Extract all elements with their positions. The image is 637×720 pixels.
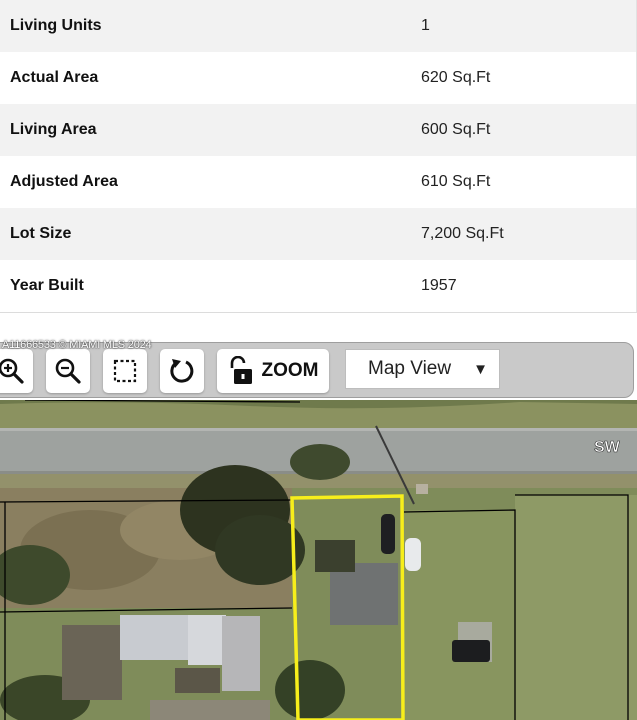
row-label: Living Area: [10, 121, 97, 138]
row-actual-area: Actual Area 620 Sq.Ft: [0, 52, 637, 104]
unlock-icon: [230, 356, 252, 384]
row-label: Adjusted Area: [10, 173, 118, 190]
row-year-built: Year Built 1957: [0, 260, 637, 312]
row-adjusted-area: Adjusted Area 610 Sq.Ft: [0, 156, 637, 208]
building: [120, 615, 190, 660]
row-label: Year Built: [10, 277, 84, 294]
row-value: 610 Sq.Ft: [421, 173, 491, 190]
zoom-out-button[interactable]: [46, 349, 90, 393]
zoom-label: ZOOM: [261, 360, 319, 381]
map-view-select[interactable]: Map View ▼: [345, 349, 500, 389]
vehicle: [381, 514, 395, 554]
row-value: 1957: [421, 277, 457, 294]
property-details-table: Living Units 1 Actual Area 620 Sq.Ft Liv…: [0, 0, 637, 313]
row-value: 7,200 Sq.Ft: [421, 225, 504, 242]
zoom-out-icon: [55, 358, 81, 384]
rotate-button[interactable]: [160, 349, 204, 393]
row-label: Actual Area: [10, 69, 99, 86]
building: [222, 616, 260, 691]
row-value: 620 Sq.Ft: [421, 69, 491, 86]
mls-watermark: A11666533 © MIAMI MLS 2024: [2, 339, 152, 351]
row-label: Lot Size: [10, 225, 72, 242]
zoom-lock-button[interactable]: ZOOM: [217, 349, 329, 393]
zoom-in-icon: [0, 358, 24, 384]
row-label: Living Units: [10, 17, 102, 34]
building: [62, 625, 122, 700]
satellite-map[interactable]: SW: [0, 400, 637, 720]
row-living-units: Living Units 1: [0, 0, 637, 52]
street-label: SW: [594, 439, 621, 456]
row-value: 1: [421, 17, 430, 34]
row-living-area: Living Area 600 Sq.Ft: [0, 104, 637, 156]
map-view-selected: Map View: [368, 358, 452, 379]
row-value: 600 Sq.Ft: [421, 121, 491, 138]
subject-house: [330, 563, 398, 625]
building: [188, 615, 226, 665]
select-area-button[interactable]: [103, 349, 147, 393]
dropdown-arrow-icon: ▼: [473, 360, 488, 378]
map-canvas: SW: [0, 400, 637, 720]
zoom-in-button[interactable]: [0, 349, 33, 393]
row-lot-size: Lot Size 7,200 Sq.Ft: [0, 208, 637, 260]
dashed-square-icon: [113, 359, 137, 383]
rotate-icon: [170, 359, 194, 383]
vehicle: [405, 538, 421, 571]
